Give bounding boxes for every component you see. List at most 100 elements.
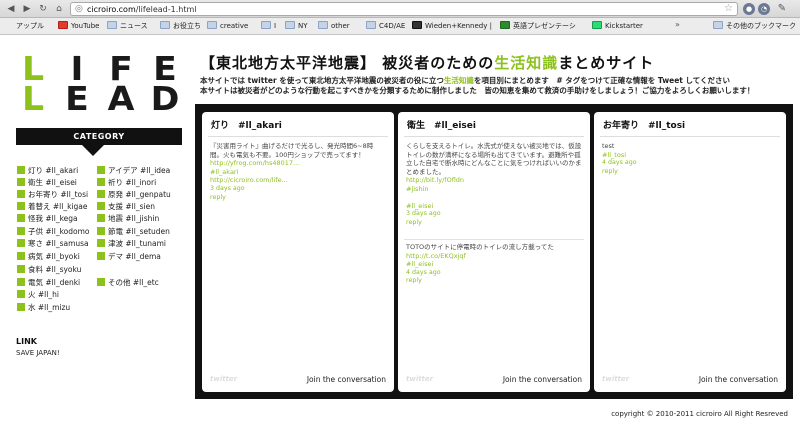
folder-icon — [366, 21, 376, 29]
join-conversation-link[interactable]: Join the conversation — [503, 375, 582, 384]
wrench-icon[interactable]: ✎ — [776, 3, 788, 15]
column-footer: twitter Join the conversation — [208, 374, 388, 386]
extension-icon[interactable]: ◔ — [758, 3, 770, 15]
category-icon — [97, 178, 105, 186]
category-link[interactable]: 寒さ #ll_samusa — [17, 239, 89, 249]
tweet-line — [406, 194, 582, 202]
column-footer: twitter Join the conversation — [600, 374, 780, 386]
apple-icon — [4, 20, 13, 28]
reply-link[interactable]: reply — [210, 194, 386, 203]
forward-icon[interactable]: ▶ — [20, 3, 34, 15]
home-icon[interactable]: ⌂ — [52, 3, 66, 15]
tweet-time[interactable]: 3 days ago — [406, 210, 582, 219]
twitter-logo-icon: twitter — [210, 375, 238, 383]
category-link[interactable]: 子供 #ll_kodomo — [17, 227, 90, 237]
bookmarks-bar: アップル YouTube ニュース お役立ち creative I NY oth… — [0, 18, 800, 35]
column-title: 衛生 #ll_eisei — [407, 121, 476, 131]
bookmark-item[interactable]: 英語プレゼンテーシ — [500, 20, 580, 32]
tweet-column: 衛生 #ll_eisei くらしを支えるトイレ。水洗式が使えない被災地では、仮設… — [398, 112, 590, 392]
category-icon — [17, 178, 25, 186]
wk-icon — [412, 21, 422, 29]
category-link[interactable]: 原発 #ll_genpatu — [97, 190, 171, 200]
category-link[interactable]: 食料 #ll_syoku — [17, 265, 81, 275]
bookmark-item[interactable]: アップル — [4, 20, 56, 32]
category-link[interactable]: 衛生 #ll_eisei — [17, 178, 77, 188]
reload-icon[interactable]: ↻ — [36, 3, 50, 15]
category-link[interactable]: 火 #ll_hi — [17, 290, 59, 300]
column-title: 灯り #ll_akari — [211, 121, 282, 131]
reply-link[interactable]: reply — [406, 277, 582, 286]
life-lead-logo[interactable]: L I F E L E A D — [16, 52, 184, 115]
category-link[interactable]: 津波 #ll_tunami — [97, 239, 166, 249]
bookmark-item[interactable]: お役立ち — [160, 20, 212, 32]
category-icon — [17, 190, 25, 198]
category-link[interactable]: デマ #ll_dema — [97, 252, 161, 262]
tweet-text: test — [602, 142, 615, 150]
column-title: お年寄り #ll_tosi — [603, 121, 686, 131]
bookmark-item[interactable]: YouTube — [58, 20, 114, 32]
category-link[interactable]: 灯り #ll_akari — [17, 166, 78, 176]
category-link[interactable]: 怪我 #ll_kega — [17, 214, 78, 224]
tweet-hashtag[interactable]: #ll_akari — [210, 168, 386, 177]
category-icon — [97, 190, 105, 198]
category-link[interactable]: お年寄り #ll_tosi — [17, 190, 88, 200]
category-icon — [17, 166, 25, 174]
other-bookmarks[interactable]: その他のブックマーク — [713, 20, 799, 32]
tweet-column: お年寄り #ll_tosi test #ll_tosi 4 days ago r… — [594, 112, 786, 392]
category-link[interactable]: 病気 #ll_byoki — [17, 252, 80, 262]
tweet-time[interactable]: 4 days ago — [602, 159, 778, 168]
bookmark-item[interactable]: ニュース — [107, 20, 159, 32]
category-link[interactable]: 水 #ll_mizu — [17, 303, 70, 313]
url-text: cicroiro.com/lifelead-1.html — [87, 5, 197, 14]
bookmark-item[interactable]: I — [261, 20, 285, 32]
tweet-link[interactable]: http://t.co/EKQxjqf — [406, 252, 582, 261]
tweet-hashtag[interactable]: #ll_eisei — [406, 260, 582, 269]
back-icon[interactable]: ◀ — [4, 3, 18, 15]
save-japan-link[interactable]: SAVE JAPAN! — [16, 349, 60, 357]
join-conversation-link[interactable]: Join the conversation — [307, 375, 386, 384]
tweet-hashtag[interactable]: #jishin — [406, 185, 582, 194]
bookmark-item[interactable]: Kickstarter — [592, 20, 662, 32]
category-arrow-icon — [82, 145, 104, 156]
tweet-link[interactable]: http://cicroiro.com/life... — [210, 176, 386, 185]
tm-icon — [500, 21, 510, 29]
bookmark-item[interactable]: other — [318, 20, 364, 32]
tweet-time[interactable]: 3 days ago — [210, 185, 386, 194]
tweet-link[interactable]: http://yfrog.com/hs48017... — [210, 159, 386, 168]
chevron-more-icon[interactable]: » — [675, 20, 680, 29]
category-icon — [17, 278, 25, 286]
address-bar[interactable]: ◎ cicroiro.com/lifelead-1.html ☆ — [70, 2, 738, 16]
tweet-hashtag[interactable]: #ll_eisei — [406, 202, 582, 211]
category-icon — [17, 227, 25, 235]
category-link[interactable]: 祈り #ll_inori — [97, 178, 156, 188]
reply-link[interactable]: reply — [602, 168, 778, 177]
bookmark-item[interactable]: NY — [285, 20, 321, 32]
category-link[interactable]: アイデア #ll_idea — [97, 166, 170, 176]
reply-link[interactable]: reply — [406, 219, 582, 228]
bookmark-star-icon[interactable]: ☆ — [724, 3, 733, 14]
divider — [600, 136, 780, 137]
tweet-item: くらしを支えるトイレ。水洗式が使えない被災地では、仮設トイレの数が満杯になる場所… — [406, 142, 582, 227]
category-icon — [97, 227, 105, 235]
extension-icon[interactable]: ● — [743, 3, 755, 15]
tweet-hashtag[interactable]: #ll_tosi — [602, 151, 778, 160]
category-link[interactable]: その他 #ll_etc — [97, 278, 159, 288]
category-link[interactable]: 電気 #ll_denki — [17, 278, 80, 288]
intro-text: 本サイトでは twitter を使って東北地方太平洋地震の被災者の役に立つ生活知… — [200, 76, 754, 96]
category-link[interactable]: 地震 #ll_jishin — [97, 214, 159, 224]
tweet-time[interactable]: 4 days ago — [406, 269, 582, 278]
bookmark-item[interactable]: C4D/AE — [366, 20, 418, 32]
category-link[interactable]: 節電 #ll_setuden — [97, 227, 170, 237]
category-link[interactable]: 支援 #ll_sien — [97, 202, 155, 212]
folder-icon — [318, 21, 328, 29]
tweet-item: test #ll_tosi 4 days ago reply — [602, 142, 778, 176]
bookmark-item[interactable]: Wieden+Kennedy | F — [412, 20, 494, 32]
category-link[interactable]: 着替え #ll_kigae — [17, 202, 87, 212]
intro-line-2: 本サイトは被災者がどのような行動を起こすべきかを分類するために制作しました 皆の… — [200, 86, 755, 95]
tweet-link[interactable]: http://bit.ly/fOfldn — [406, 176, 582, 185]
category-heading: CATEGORY — [16, 128, 182, 145]
tweet-text: TOTOのサイトに停電時のトイレの流し方載ってた — [406, 243, 554, 251]
join-conversation-link[interactable]: Join the conversation — [699, 375, 778, 384]
bookmark-item[interactable]: creative — [207, 20, 259, 32]
folder-icon — [285, 21, 295, 29]
